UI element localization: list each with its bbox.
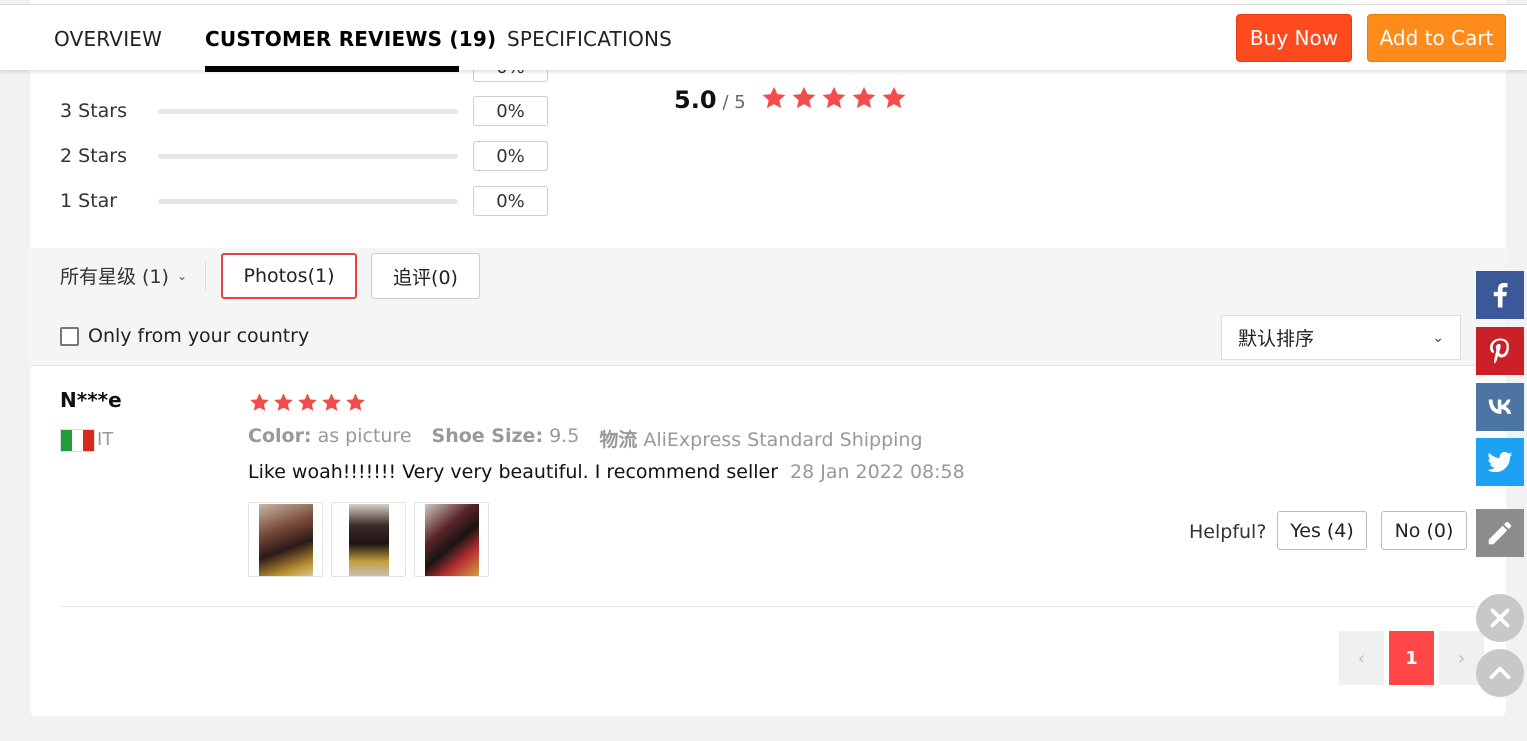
review-stars	[248, 391, 367, 414]
star-icon	[790, 84, 818, 112]
buy-now-button[interactable]: Buy Now	[1236, 14, 1352, 62]
review-date: 28 Jan 2022 08:58	[790, 461, 965, 483]
logistics-attr: 物流 AliExpress Standard Shipping	[599, 429, 923, 451]
chevron-down-icon: ⌄	[1432, 329, 1444, 346]
only-country-filter[interactable]: Only from your country	[60, 325, 309, 347]
pencil-icon[interactable]	[1476, 509, 1524, 557]
twitter-icon[interactable]	[1476, 438, 1524, 486]
star-icon	[344, 391, 367, 414]
rating-row-1: 1 Star 0%	[60, 186, 548, 216]
tab-customer-reviews[interactable]: CUSTOMER REVIEWS (19)	[205, 27, 496, 51]
rating-bar	[158, 153, 458, 159]
star-icon	[248, 391, 271, 414]
average-max: / 5	[722, 92, 746, 113]
star-icon	[850, 84, 878, 112]
tab-specifications[interactable]: SPECIFICATIONS	[507, 27, 672, 51]
chevron-down-icon: ⌄	[176, 268, 188, 283]
review-attributes: Color: as picture Shoe Size: 9.5 物流 AliE…	[248, 425, 923, 452]
helpful-yes-button[interactable]: Yes (4)	[1277, 511, 1367, 550]
arrow-up-icon[interactable]	[1476, 649, 1524, 697]
pinterest-icon[interactable]	[1476, 327, 1524, 375]
facebook-icon[interactable]	[1476, 271, 1524, 319]
reviewer-name: N***e	[60, 388, 122, 412]
review-separator	[60, 606, 1476, 607]
rating-label: 3 Stars	[60, 100, 127, 122]
italy-flag-icon	[60, 429, 95, 452]
rating-percent: 0%	[473, 186, 548, 216]
follow-up-filter-button[interactable]: 追评(0)	[371, 253, 480, 299]
sort-value: 默认排序	[1238, 328, 1315, 350]
rating-label: 2 Stars	[60, 145, 127, 167]
rating-percent: 0%	[473, 141, 548, 171]
vk-icon[interactable]	[1476, 383, 1524, 431]
page-1-button[interactable]: 1	[1389, 631, 1434, 685]
only-country-label: Only from your country	[88, 325, 310, 347]
star-icon	[272, 391, 295, 414]
size-attr: Shoe Size: 9.5	[431, 425, 580, 447]
rating-percent: 0%	[473, 96, 548, 126]
all-stars-label: 所有星级 (1)	[60, 266, 169, 288]
active-tab-indicator	[205, 66, 459, 72]
divider	[205, 262, 206, 290]
rating-label: 1 Star	[60, 190, 118, 212]
prev-page-button[interactable]: ‹	[1339, 631, 1384, 685]
only-country-checkbox[interactable]	[60, 326, 79, 346]
star-icon	[296, 391, 319, 414]
add-to-cart-button[interactable]: Add to Cart	[1367, 14, 1506, 62]
sticky-header: OVERVIEW CUSTOMER REVIEWS (19) SPECIFICA…	[0, 4, 1527, 72]
review-photos	[248, 502, 489, 577]
average-stars	[760, 84, 908, 112]
reviewer-country: IT	[97, 429, 114, 450]
helpful-no-button[interactable]: No (0)	[1381, 511, 1467, 550]
tab-overview[interactable]: OVERVIEW	[54, 27, 162, 51]
star-icon	[760, 84, 788, 112]
star-icon	[880, 84, 908, 112]
rating-bar	[158, 198, 458, 204]
review-photo-thumbnail[interactable]	[248, 502, 323, 577]
review-photo-thumbnail[interactable]	[331, 502, 406, 577]
color-attr: Color: as picture	[248, 425, 412, 447]
review-text: Like woah!!!!!!! Very very beautiful. I …	[248, 461, 779, 483]
close-icon[interactable]	[1476, 594, 1524, 642]
review-comment: Like woah!!!!!!! Very very beautiful. I …	[248, 461, 965, 483]
rating-row-2: 2 Stars 0%	[60, 141, 548, 171]
rating-row-3: 3 Stars 0%	[60, 96, 548, 126]
rating-bar	[158, 108, 458, 114]
review-photo-thumbnail[interactable]	[414, 502, 489, 577]
average-rating: 5.0 / 5	[674, 86, 746, 114]
helpful-label: Helpful?	[1189, 521, 1267, 543]
average-value: 5.0	[674, 86, 717, 114]
star-icon	[320, 391, 343, 414]
star-icon	[820, 84, 848, 112]
all-stars-dropdown[interactable]: 所有星级 (1) ⌄	[60, 262, 187, 289]
photos-filter-button[interactable]: Photos(1)	[221, 253, 357, 299]
sort-select[interactable]: 默认排序 ⌄	[1221, 315, 1461, 360]
